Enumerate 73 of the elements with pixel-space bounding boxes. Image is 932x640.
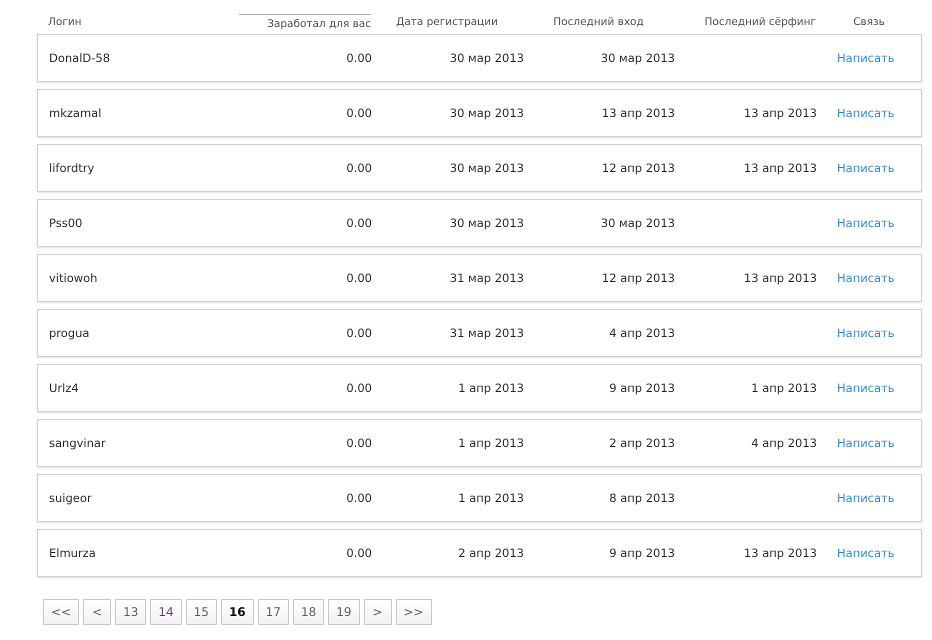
date-cell: 13 апр 2013 xyxy=(744,271,817,285)
date-cell: 12 апр 2013 xyxy=(602,271,675,285)
write-link[interactable]: Написать xyxy=(837,161,895,175)
login-cell: Pss00 xyxy=(49,216,82,230)
date-cell: 1 апр 2013 xyxy=(458,381,524,395)
date-cell: 4 апр 2013 xyxy=(751,436,817,450)
earned-cell: 0.00 xyxy=(346,161,372,175)
login-cell: mkzamal xyxy=(49,106,102,120)
login-cell: progua xyxy=(49,326,90,340)
earned-cell: 0.00 xyxy=(346,106,372,120)
earned-cell: 0.00 xyxy=(346,326,372,340)
page-button[interactable]: > xyxy=(364,599,392,625)
write-link[interactable]: Написать xyxy=(837,546,895,560)
earned-cell: 0.00 xyxy=(346,51,372,65)
login-cell: suigeor xyxy=(49,491,92,505)
write-link[interactable]: Написать xyxy=(837,326,895,340)
date-cell: 4 апр 2013 xyxy=(609,326,675,340)
column-header[interactable]: Последний сёрфинг xyxy=(704,16,816,28)
date-cell: 31 мар 2013 xyxy=(450,271,524,285)
earned-cell: 0.00 xyxy=(346,216,372,230)
login-cell: lifordtry xyxy=(49,161,94,175)
earned-cell: 0.00 xyxy=(346,436,372,450)
page-button[interactable]: 18 xyxy=(292,599,324,625)
date-cell: 30 мар 2013 xyxy=(450,51,524,65)
login-cell: DonalD-58 xyxy=(49,51,110,65)
date-cell: 2 апр 2013 xyxy=(458,546,524,560)
date-cell: 8 апр 2013 xyxy=(609,491,675,505)
write-link[interactable]: Написать xyxy=(837,51,895,65)
column-header[interactable]: Последний вход xyxy=(553,16,644,28)
page-button[interactable]: 13 xyxy=(115,599,146,625)
write-link[interactable]: Написать xyxy=(837,106,895,120)
page-button[interactable]: 15 xyxy=(186,599,217,625)
earned-cell: 0.00 xyxy=(346,491,372,505)
earned-cell: 0.00 xyxy=(346,381,372,395)
date-cell: 13 апр 2013 xyxy=(602,106,675,120)
write-link[interactable]: Написать xyxy=(837,381,895,395)
page-button[interactable]: << xyxy=(43,599,80,625)
date-cell: 13 апр 2013 xyxy=(744,106,817,120)
date-cell: 9 апр 2013 xyxy=(609,546,675,560)
column-header[interactable]: Дата регистрации xyxy=(396,16,498,28)
write-link[interactable]: Написать xyxy=(837,216,895,230)
page-button[interactable]: 19 xyxy=(328,599,360,625)
date-cell: 30 мар 2013 xyxy=(450,106,524,120)
column-header[interactable]: Логин xyxy=(48,16,82,28)
date-cell: 30 мар 2013 xyxy=(450,161,524,175)
column-header[interactable]: Связь xyxy=(853,16,885,28)
date-cell: 12 апр 2013 xyxy=(602,161,675,175)
write-link[interactable]: Написать xyxy=(837,491,895,505)
login-cell: vitiowoh xyxy=(49,271,98,285)
page-button[interactable]: 16 xyxy=(220,599,254,625)
date-cell: 1 апр 2013 xyxy=(751,381,817,395)
date-cell: 9 апр 2013 xyxy=(609,381,675,395)
earned-cell: 0.00 xyxy=(346,546,372,560)
date-cell: 13 апр 2013 xyxy=(744,546,817,560)
page-button[interactable]: 14 xyxy=(150,599,182,625)
date-cell: 1 апр 2013 xyxy=(458,436,524,450)
date-cell: 30 мар 2013 xyxy=(450,216,524,230)
login-cell: sangvinar xyxy=(49,436,106,450)
date-cell: 31 мар 2013 xyxy=(450,326,524,340)
column-header[interactable]: Заработал для вас xyxy=(239,14,371,30)
login-cell: Elmurza xyxy=(49,546,96,560)
page-button[interactable]: < xyxy=(83,599,112,625)
date-cell: 1 апр 2013 xyxy=(458,491,524,505)
login-cell: Urlz4 xyxy=(49,381,79,395)
earned-cell: 0.00 xyxy=(346,271,372,285)
write-link[interactable]: Написать xyxy=(837,271,895,285)
page-button[interactable]: >> xyxy=(396,599,432,625)
date-cell: 13 апр 2013 xyxy=(744,161,817,175)
date-cell: 2 апр 2013 xyxy=(609,436,675,450)
date-cell: 30 мар 2013 xyxy=(600,216,675,230)
page-button[interactable]: 17 xyxy=(258,599,289,625)
write-link[interactable]: Написать xyxy=(837,436,895,450)
date-cell: 30 мар 2013 xyxy=(600,51,675,65)
